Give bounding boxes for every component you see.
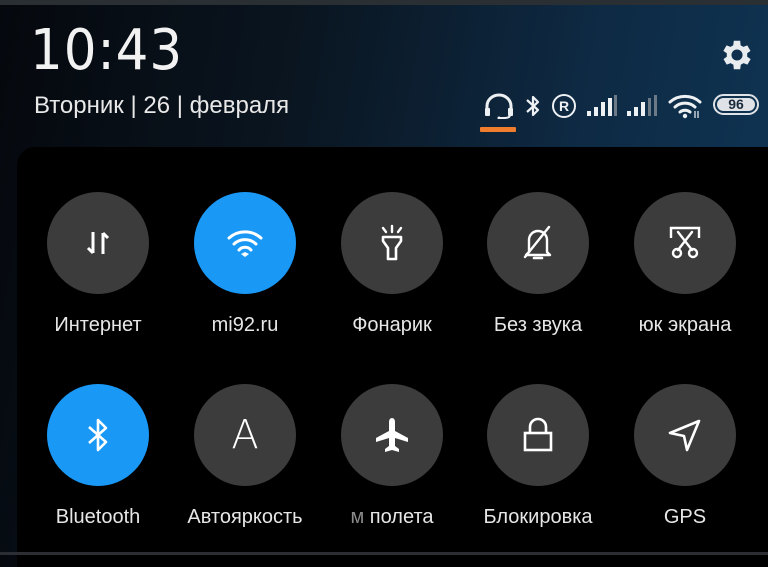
battery-icon: 96	[713, 94, 759, 115]
tile-airplane-button[interactable]	[341, 384, 443, 486]
tile-bluetooth-label: Bluetooth	[55, 506, 141, 528]
top-edge	[0, 0, 768, 5]
tile-wifi-label: mi92.ru	[211, 314, 279, 336]
signal-sim2-icon	[627, 95, 657, 116]
bell-off-icon	[523, 225, 552, 260]
auto-brightness-icon: A	[231, 412, 259, 458]
location-icon	[668, 419, 701, 452]
flashlight-icon	[381, 224, 403, 261]
tile-bluetooth-button[interactable]	[47, 384, 149, 486]
bluetooth-icon	[526, 95, 540, 117]
headset-icon	[485, 93, 513, 119]
wifi-icon	[668, 95, 702, 119]
tile-screenshot[interactable]: юк экрана	[615, 192, 755, 337]
mobile-data-icon	[86, 231, 110, 255]
date[interactable]: Вторник | 26 | февраля	[34, 92, 289, 120]
tile-lock-button[interactable]	[487, 384, 589, 486]
tile-flashlight-button[interactable]	[341, 192, 443, 294]
tile-airplane[interactable]: м полета	[322, 384, 462, 529]
screenshot-icon	[669, 226, 701, 259]
airplane-icon	[376, 418, 408, 452]
tile-internet[interactable]: Интернет	[28, 192, 168, 337]
tile-airplane-label-faded: м	[350, 506, 365, 528]
tile-internet-button[interactable]	[47, 192, 149, 294]
tile-flashlight-label: Фонарик	[352, 314, 432, 336]
tile-silent-label: Без звука	[493, 314, 583, 336]
tile-gps-label: GPS	[663, 506, 707, 528]
gear-icon[interactable]	[718, 36, 756, 74]
tile-screenshot-button[interactable]	[634, 192, 736, 294]
tile-wifi[interactable]: mi92.ru	[175, 192, 315, 337]
tile-lock-label: Блокировка	[483, 506, 593, 528]
tile-internet-label: Интернет	[54, 314, 142, 336]
roaming-icon: R	[552, 94, 576, 118]
tile-silent-button[interactable]	[487, 192, 589, 294]
tile-auto-brightness-label: Автояркость	[187, 506, 303, 528]
tile-bluetooth[interactable]: Bluetooth	[28, 384, 168, 529]
wifi-icon	[227, 230, 263, 257]
tile-airplane-label: м полета	[322, 506, 462, 529]
battery-level: 96	[717, 97, 755, 111]
tile-wifi-button[interactable]	[194, 192, 296, 294]
headset-indicator	[480, 127, 516, 132]
bluetooth-icon	[88, 418, 108, 452]
tile-gps-button[interactable]	[634, 384, 736, 486]
tile-auto-brightness-button[interactable]: A	[194, 384, 296, 486]
tile-silent[interactable]: Без звука	[468, 192, 608, 337]
lock-icon	[523, 417, 553, 452]
tile-lock[interactable]: Блокировка	[468, 384, 608, 529]
tile-airplane-label-text: полета	[369, 506, 434, 528]
tile-screenshot-label: юк экрана	[638, 314, 732, 336]
clock[interactable]: 10:43	[30, 18, 183, 83]
tile-gps[interactable]: GPS	[615, 384, 755, 529]
signal-sim1-icon	[587, 95, 617, 116]
roaming-glyph: R	[558, 98, 570, 114]
tile-flashlight[interactable]: Фонарик	[322, 192, 462, 337]
tile-auto-brightness[interactable]: A Автояркость	[175, 384, 315, 529]
